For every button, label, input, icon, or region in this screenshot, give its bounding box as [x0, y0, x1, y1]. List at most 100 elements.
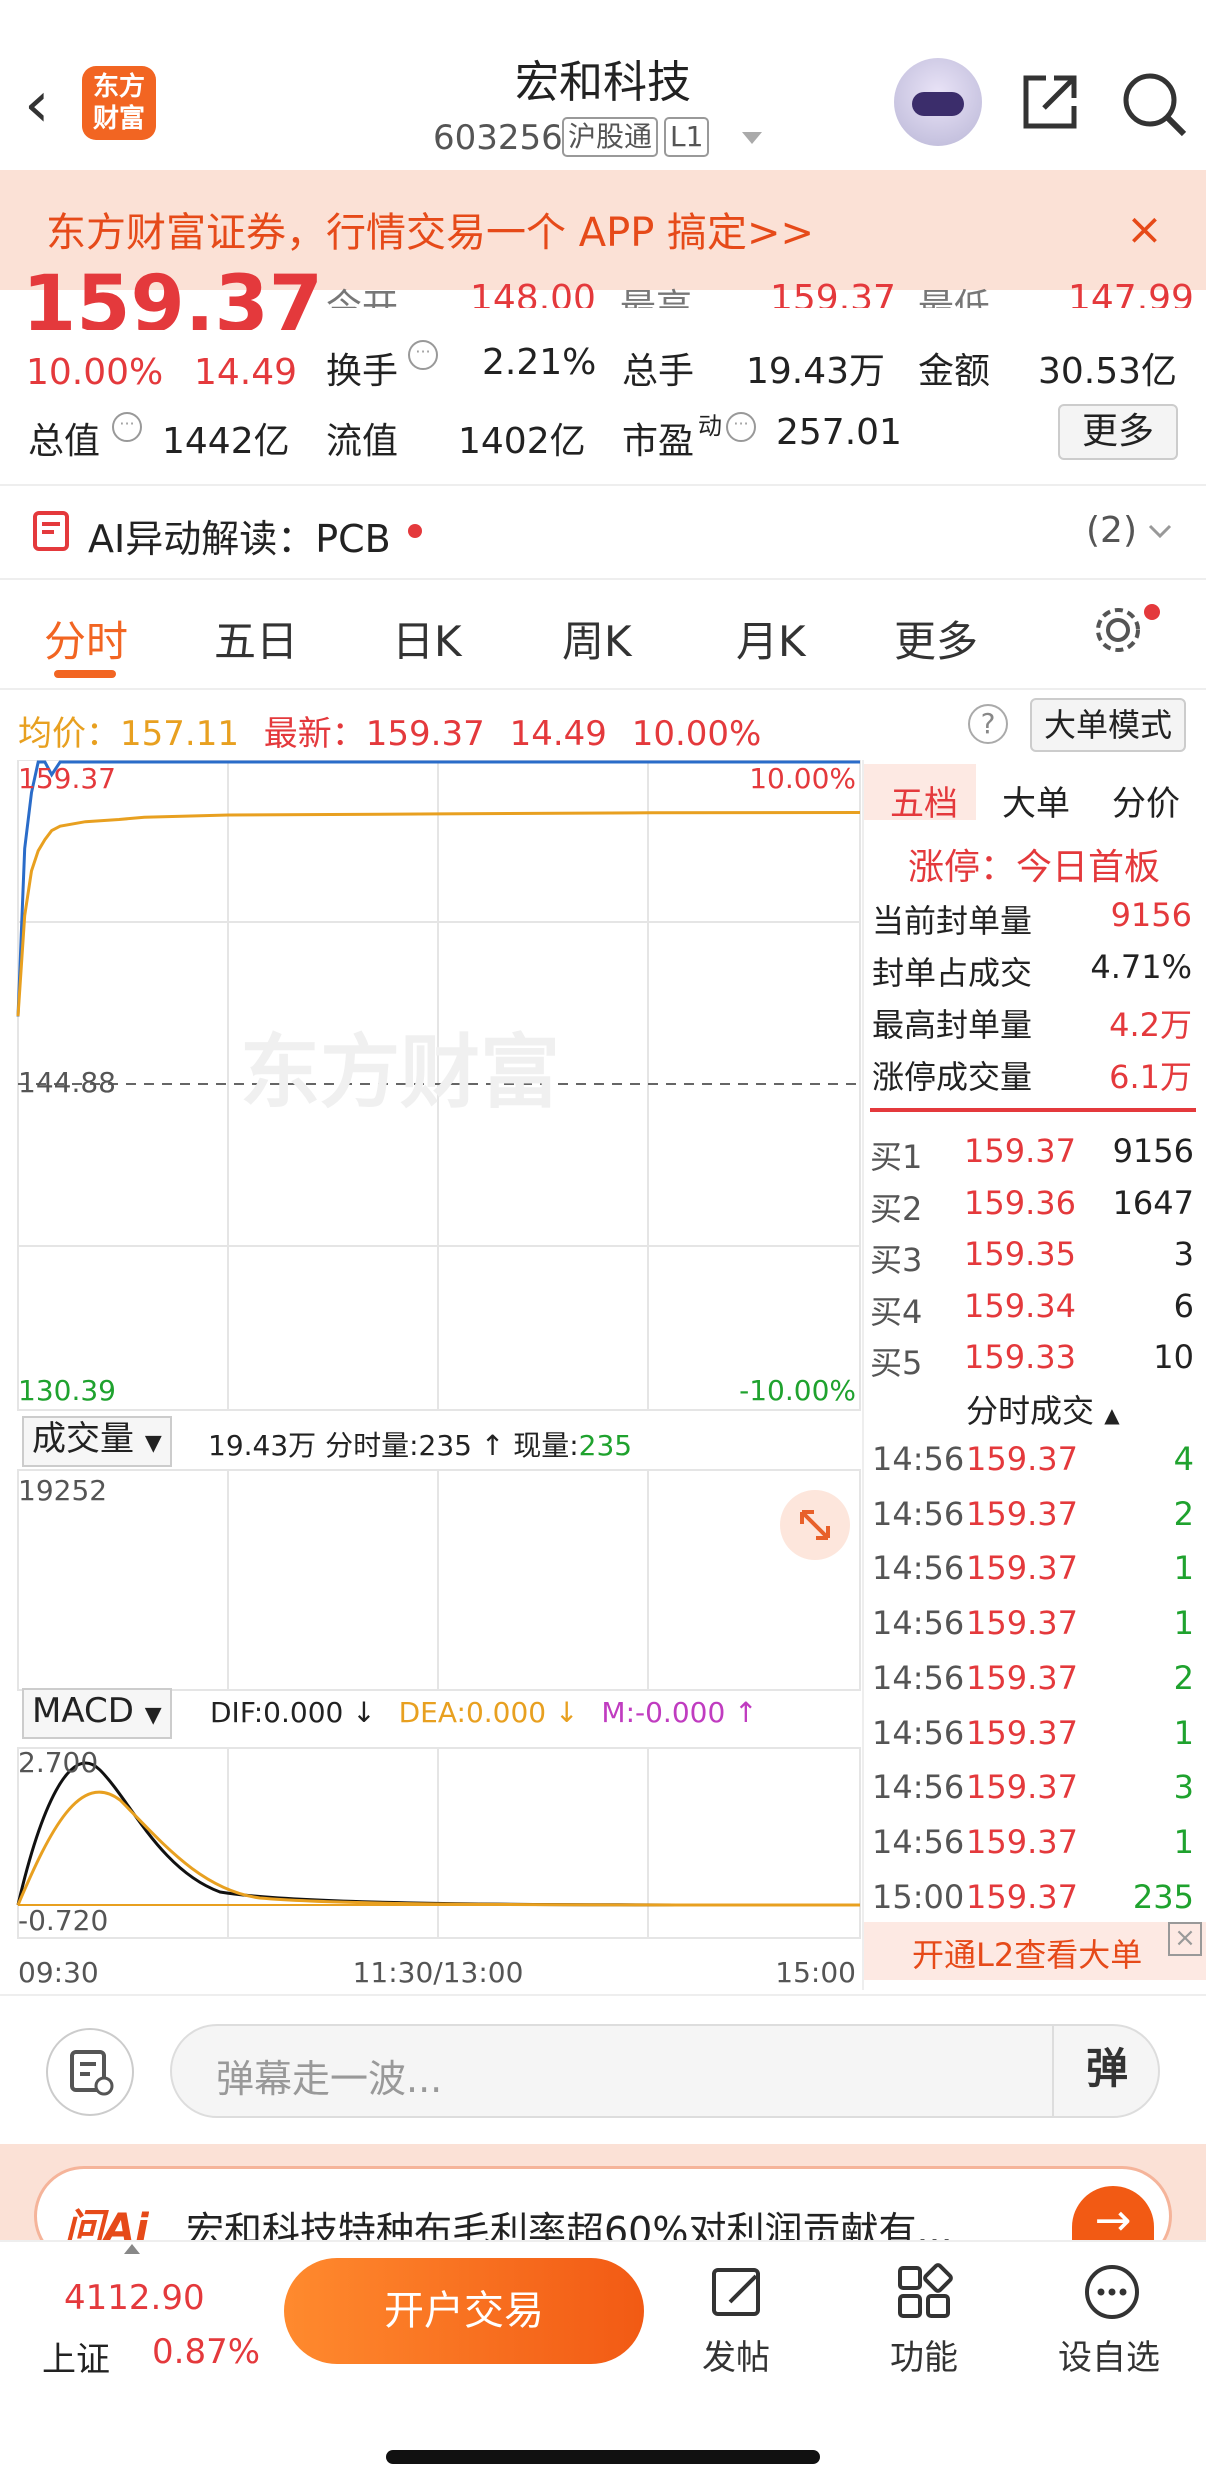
- ask-ai-question[interactable]: 宏和科技特种布毛利率超60%对利润贡献有...: [186, 2200, 953, 2242]
- volume-indicator-label: 成交量: [32, 1419, 134, 1459]
- app-logo[interactable]: 东方 财富: [82, 66, 156, 140]
- trade-row-price: 159.37: [966, 1768, 1078, 1807]
- bid-row-level: 买4: [870, 1292, 923, 1331]
- info-dots-icon[interactable]: ···: [726, 412, 756, 442]
- tab-big-orders[interactable]: 大单: [1002, 776, 1070, 825]
- watchlist-label[interactable]: 设自选: [1058, 2330, 1160, 2379]
- y-axis-bottom: 130.39: [18, 1374, 116, 1407]
- trade-row-time: 14:56: [872, 1494, 965, 1533]
- level-tag: L1: [664, 117, 710, 157]
- divider: [0, 1994, 1206, 1996]
- help-icon[interactable]: ?: [968, 704, 1008, 744]
- bid-row-level: 买3: [870, 1241, 923, 1279]
- market-cap-value: 1442亿: [162, 421, 290, 462]
- big-order-mode-button[interactable]: 大单模式: [1030, 698, 1186, 752]
- trade-row-time: 14:56: [872, 1549, 965, 1588]
- volume-now-label: 现量:: [513, 1429, 579, 1462]
- triangle-down-icon: ▼: [144, 1431, 162, 1456]
- post-label[interactable]: 发帖: [702, 2330, 770, 2379]
- pct-axis-top: 10.00%: [749, 762, 856, 795]
- latest-label: 最新：: [263, 714, 366, 754]
- trade-row-qty: 3: [1173, 1768, 1194, 1807]
- bid-row-price: 159.37: [964, 1132, 1076, 1170]
- tab-price-dist[interactable]: 分价: [1112, 776, 1180, 825]
- info-dots-icon[interactable]: ···: [112, 412, 142, 442]
- share-icon[interactable]: [1018, 70, 1082, 134]
- tab-weekly-k[interactable]: 周K: [562, 608, 632, 669]
- ai-doc-icon: [33, 511, 69, 551]
- open-account-button[interactable]: 开户交易: [284, 2258, 644, 2364]
- ask-ai-brand: 问Ai: [64, 2206, 149, 2244]
- close-icon[interactable]: ×: [1168, 1922, 1202, 1956]
- ai-insight-label[interactable]: AI异动解读：PCB: [88, 508, 391, 563]
- promo-banner-text[interactable]: 东方财富证券，行情交易一个 APP 搞定>>: [46, 200, 814, 258]
- more-dots-icon[interactable]: [1082, 2262, 1142, 2322]
- macd-values: DIF:0.000 ↓ DEA:0.000 ↓ M:-0.000 ↑: [210, 1696, 758, 1729]
- chevron-down-icon[interactable]: [1148, 524, 1172, 540]
- avg-value: 157.11: [120, 714, 239, 754]
- chevron-down-icon[interactable]: [742, 132, 762, 144]
- volume-indicator-select[interactable]: 成交量 ▼: [22, 1416, 172, 1467]
- bid-row-price: 159.34: [964, 1286, 1076, 1325]
- volume-total: 19.43万: [208, 1429, 317, 1462]
- l2-promo-text[interactable]: 开通L2查看大单: [912, 1930, 1142, 1976]
- triangle-up-icon: ▲: [1104, 1403, 1120, 1427]
- hk-connect-tag: 沪股通: [562, 117, 659, 157]
- close-icon[interactable]: ×: [1126, 204, 1163, 255]
- tab-daily-k[interactable]: 日K: [392, 608, 462, 669]
- more-button[interactable]: 更多: [1058, 404, 1178, 460]
- index-value[interactable]: 4112.90: [64, 2278, 205, 2318]
- tab-more[interactable]: 更多: [894, 608, 978, 669]
- index-change[interactable]: 0.87%: [152, 2332, 260, 2372]
- function-label[interactable]: 功能: [890, 2330, 958, 2379]
- home-indicator: [386, 2450, 820, 2464]
- trade-row-price: 159.37: [966, 1549, 1078, 1588]
- turnover-label: 换手: [326, 351, 399, 392]
- bid-row-qty: 3: [1173, 1235, 1194, 1273]
- volume-time: 235: [418, 1429, 472, 1462]
- limit-up-status: 涨停：今日首板: [908, 847, 1161, 888]
- macd-bottom-label: -0.720: [18, 1904, 108, 1937]
- tab-five-day[interactable]: 五日: [214, 608, 298, 669]
- watermark: 东方财富: [240, 1026, 560, 1119]
- index-name[interactable]: 上证: [42, 2332, 110, 2381]
- change-percent: 10.00%: [26, 352, 164, 393]
- divider: [0, 578, 1206, 580]
- gear-icon[interactable]: [1092, 604, 1144, 656]
- tab-monthly-k[interactable]: 月K: [736, 608, 806, 669]
- latest-percent: 10.00%: [631, 714, 762, 754]
- volume-now: 235: [578, 1429, 633, 1462]
- top-nav-bar: ‹ 东方 财富 宏和科技 603256 沪股通 L1: [0, 0, 1206, 170]
- intraday-chart[interactable]: 东方财富 159.37 144.88 130.39 10.00% -10.00%…: [0, 760, 862, 1990]
- latest-change: 14.49: [509, 714, 607, 754]
- bid-row-qty: 10: [1153, 1338, 1194, 1376]
- danmu-placeholder[interactable]: 弹幕走一波...: [216, 2048, 442, 2103]
- function-grid-icon[interactable]: [894, 2262, 954, 2322]
- open-value: 148.00: [470, 278, 596, 308]
- back-arrow-icon[interactable]: ‹: [24, 70, 68, 140]
- danmu-settings-icon[interactable]: [46, 2028, 134, 2116]
- volume-time-label: 分时量:: [325, 1429, 419, 1462]
- open-label: 今开: [326, 287, 399, 308]
- trade-row-price: 159.37: [966, 1440, 1078, 1478]
- tab-order-book[interactable]: 五档: [890, 776, 958, 825]
- tab-intraday[interactable]: 分时: [44, 608, 128, 669]
- robot-avatar-icon[interactable]: [894, 58, 982, 146]
- trades-title[interactable]: 分时成交 ▲: [966, 1386, 1120, 1432]
- danmu-toggle-icon[interactable]: 弹: [1052, 2024, 1160, 2118]
- bid-row-level: 买1: [870, 1138, 923, 1176]
- y-axis-mid: 144.88: [18, 1066, 116, 1099]
- macd-indicator-select[interactable]: MACD ▼: [22, 1688, 172, 1739]
- trade-row-qty: 4: [1173, 1440, 1194, 1478]
- search-icon[interactable]: [1120, 70, 1190, 140]
- limit-stat-label: 涨停成交量: [872, 1058, 1033, 1096]
- post-icon[interactable]: [708, 2262, 768, 2322]
- stock-name: 宏和科技: [515, 57, 691, 108]
- low-label: 最低: [918, 287, 991, 308]
- triangle-up-icon[interactable]: [124, 2244, 140, 2254]
- expand-icon[interactable]: [780, 1490, 850, 1560]
- macd-indicator-label: MACD: [32, 1691, 134, 1731]
- ai-insight-count[interactable]: (2): [1086, 510, 1137, 551]
- info-dots-icon[interactable]: ···: [408, 340, 438, 370]
- latest-value: 159.37: [365, 714, 485, 754]
